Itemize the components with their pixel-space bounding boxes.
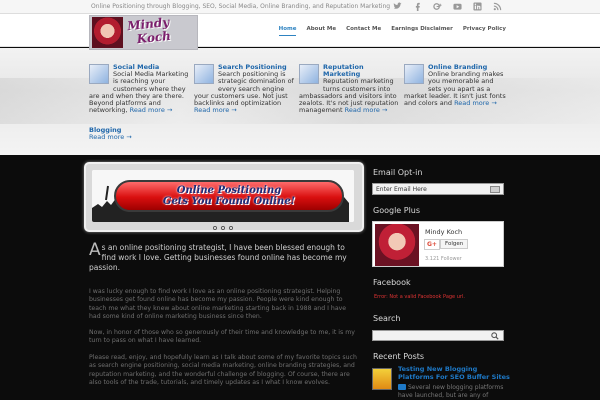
read-more-link[interactable]: Read more → — [345, 106, 388, 114]
comment-icon — [398, 384, 406, 390]
slide-banner: Online Positioning Gets You Found Online… — [114, 180, 344, 212]
google-plus-icon[interactable] — [433, 2, 442, 11]
site-tagline: Online Positioning through Blogging, SEO… — [91, 3, 391, 10]
slider-dot[interactable] — [213, 226, 217, 230]
image-slider[interactable]: Online Positioning Gets You Found Online… — [84, 162, 364, 232]
recent-post-title[interactable]: Testing New Blogging Platforms For SEO B… — [398, 365, 510, 381]
email-optin-title: Email Opt-in — [373, 168, 423, 177]
body-paragraph-3: Please read, enjoy, and hopefully learn … — [89, 354, 357, 387]
body-paragraph-1: I was lucky enough to find work I love a… — [89, 288, 347, 321]
logo-text: Mindy Koch — [127, 16, 172, 47]
feature-search-positioning: Search Positioning Search positioning is… — [194, 63, 294, 114]
nav-about-me[interactable]: About Me — [306, 26, 336, 36]
slide-headline-1: Online Positioning — [176, 185, 282, 196]
intro-dropcap: A — [89, 240, 101, 260]
nav-home[interactable]: Home — [278, 26, 297, 36]
nav-contact-me[interactable]: Contact Me — [346, 26, 381, 36]
envelope-icon[interactable] — [490, 186, 500, 193]
recent-post-excerpt: Several new blogging platforms have laun… — [398, 383, 510, 399]
nav-earnings-disclaimer[interactable]: Earnings Disclaimer — [391, 26, 453, 36]
body-paragraph-2: Now, in honor of those who so generously… — [89, 329, 355, 345]
gplus-profile-name[interactable]: Mindy Koch — [425, 228, 462, 236]
twitter-icon[interactable] — [393, 2, 402, 11]
nav-privacy-policy[interactable]: Privacy Policy — [463, 26, 506, 36]
intro-paragraph: As an online positioning strategist, I h… — [89, 240, 357, 273]
social-icons — [393, 2, 502, 11]
google-plus-title: Google Plus — [373, 206, 421, 215]
google-plus-widget: Mindy Koch G+ Folgen 3.121 Follower — [372, 221, 504, 267]
top-bar: Online Positioning through Blogging, SEO… — [0, 0, 600, 14]
social-media-icon — [89, 64, 109, 84]
recent-post-excerpt-text: Several new blogging platforms have laun… — [398, 384, 504, 399]
main-nav: Home About Me Contact Me Earnings Discla… — [278, 26, 506, 36]
facebook-title: Facebook — [373, 278, 411, 287]
facebook-error: Error: Not a valid Facebook Page url. — [374, 294, 465, 300]
slider-dot[interactable] — [229, 226, 233, 230]
feature-blogging: Blogging Read more → — [89, 126, 189, 141]
read-more-link[interactable]: Read more → — [130, 106, 173, 114]
search-icon[interactable] — [491, 332, 499, 340]
intro-text: s an online positioning strategist, I ha… — [89, 243, 347, 272]
slider-pagination — [213, 226, 233, 230]
read-more-link[interactable]: Read more → — [194, 106, 237, 114]
follower-count: 3.121 Follower — [425, 256, 462, 262]
avatar[interactable] — [375, 224, 419, 266]
online-branding-icon — [404, 64, 424, 84]
slider-dot[interactable] — [221, 226, 225, 230]
site-header: Mindy Koch Home About Me Contact Me Earn… — [0, 14, 600, 50]
search-positioning-icon — [194, 64, 214, 84]
reputation-marketing-icon — [299, 64, 319, 84]
read-more-link[interactable]: Read more → — [454, 99, 497, 107]
youtube-icon[interactable] — [453, 2, 462, 11]
post-thumbnail[interactable] — [372, 368, 392, 390]
slide: Online Positioning Gets You Found Online… — [92, 170, 354, 222]
rss-icon[interactable] — [493, 2, 502, 11]
recent-posts-title: Recent Posts — [373, 352, 425, 361]
facebook-icon[interactable] — [413, 2, 422, 11]
google-plus-icon: G+ — [424, 239, 440, 250]
site-logo[interactable]: Mindy Koch — [89, 15, 198, 50]
feature-social-media: Social Media Social Media Marketing is r… — [89, 63, 189, 114]
logo-portrait — [92, 17, 123, 48]
search-title: Search — [373, 314, 401, 323]
search-input[interactable] — [372, 330, 504, 341]
read-more-link[interactable]: Read more → — [89, 133, 132, 141]
feature-online-branding: Online Branding Online branding makes yo… — [404, 63, 508, 107]
follow-button[interactable]: Folgen — [440, 239, 469, 249]
slide-headline-2: Gets You Found Online! — [162, 196, 296, 207]
linkedin-icon[interactable] — [473, 2, 482, 11]
feature-reputation-marketing: Reputation Marketing Reputation marketin… — [299, 63, 400, 114]
email-input[interactable]: Enter Email Here — [372, 183, 504, 195]
email-placeholder: Enter Email Here — [376, 186, 427, 193]
